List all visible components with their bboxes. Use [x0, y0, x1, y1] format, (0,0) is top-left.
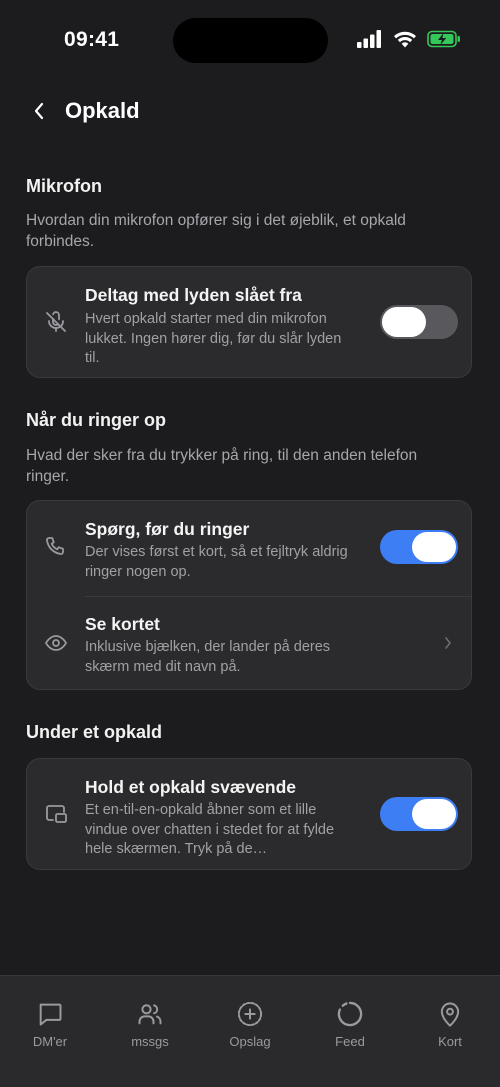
map-pin-icon	[436, 1000, 464, 1028]
row-title: Spørg, før du ringer	[85, 519, 250, 539]
row-ask-before-calling[interactable]: Spørg, før du ringer Der vises først et …	[27, 501, 471, 596]
battery-charging-icon	[427, 30, 461, 48]
mic-off-icon	[43, 309, 69, 335]
circle-loader-icon	[336, 1000, 364, 1028]
join-muted-toggle[interactable]	[380, 305, 458, 339]
nav-item-dms[interactable]: DM'er	[0, 1000, 100, 1049]
row-subtitle: Der vises først et kort, så et fejltryk …	[85, 544, 348, 580]
status-time: 09:41	[64, 28, 120, 51]
row-floating-call[interactable]: Hold et opkald svævende Et en-til-en-opk…	[27, 759, 471, 871]
status-bar: 09:41	[0, 0, 500, 80]
nav-label: Opslag	[229, 1034, 271, 1049]
nav-label: mssgs	[131, 1034, 169, 1049]
call-settings-screen: 09:41 Opkald Mikrofon Hvordan din mikrof…	[0, 0, 500, 1087]
section-title-microphone: Mikrofon	[26, 176, 102, 196]
nav-item-feed[interactable]: Feed	[300, 1000, 400, 1049]
section-desc-calling: Hvad der sker fra du trykker på ring, ti…	[26, 447, 418, 485]
phone-icon	[43, 534, 69, 560]
row-join-muted[interactable]: Deltag med lyden slået fra Hvert opkald …	[27, 267, 471, 379]
dynamic-island	[173, 18, 328, 63]
row-subtitle: Et en-til-en-opkald åbner som et lille v…	[85, 802, 335, 857]
floating-call-toggle[interactable]	[380, 797, 458, 831]
ask-before-calling-toggle[interactable]	[380, 530, 458, 564]
nav-item-map[interactable]: Kort	[400, 1000, 500, 1049]
card-during-call: Hold et opkald svævende Et en-til-en-opk…	[26, 758, 472, 870]
card-microphone: Deltag med lyden slået fra Hvert opkald …	[26, 266, 472, 378]
back-button[interactable]	[26, 96, 52, 126]
nav-label: Kort	[438, 1034, 462, 1049]
users-icon	[136, 1000, 164, 1028]
row-subtitle: Hvert opkald starter med din mikrofon lu…	[85, 311, 342, 366]
nav-label: Feed	[335, 1034, 365, 1049]
toggle-knob	[412, 532, 456, 562]
row-subtitle: Inklusive bjælken, der lander på deres s…	[85, 639, 331, 675]
chevron-left-icon	[32, 100, 46, 122]
plus-circle-icon	[236, 1000, 264, 1028]
row-title: Deltag med lyden slået fra	[85, 285, 302, 305]
card-calling: Spørg, før du ringer Der vises først et …	[26, 500, 472, 690]
picture-in-picture-icon	[43, 801, 69, 827]
row-title: Se kortet	[85, 614, 160, 634]
toggle-knob	[382, 307, 426, 337]
nav-item-posts[interactable]: Opslag	[200, 1000, 300, 1049]
row-see-card[interactable]: Se kortet Inklusive bjælken, der lander …	[27, 597, 471, 691]
chevron-right-icon	[443, 635, 453, 651]
status-icons	[357, 30, 461, 48]
eye-icon	[43, 630, 69, 656]
nav-item-mssgs[interactable]: mssgs	[100, 1000, 200, 1049]
page-title: Opkald	[65, 98, 140, 123]
toggle-knob	[412, 799, 456, 829]
nav-label: DM'er	[32, 1034, 68, 1049]
section-desc-microphone: Hvordan din mikrofon opfører sig i det ø…	[26, 212, 406, 250]
row-title: Hold et opkald svævende	[85, 777, 297, 797]
wifi-icon	[393, 30, 417, 48]
section-title-during-call: Under et opkald	[26, 722, 163, 742]
message-square-icon	[36, 1000, 64, 1028]
cellular-signal-icon	[357, 30, 383, 48]
nav-header: Opkald	[0, 88, 500, 134]
bottom-nav: DM'er mssgs Opslag Feed Kort	[0, 975, 500, 1087]
section-title-calling: Når du ringer op	[26, 410, 167, 430]
